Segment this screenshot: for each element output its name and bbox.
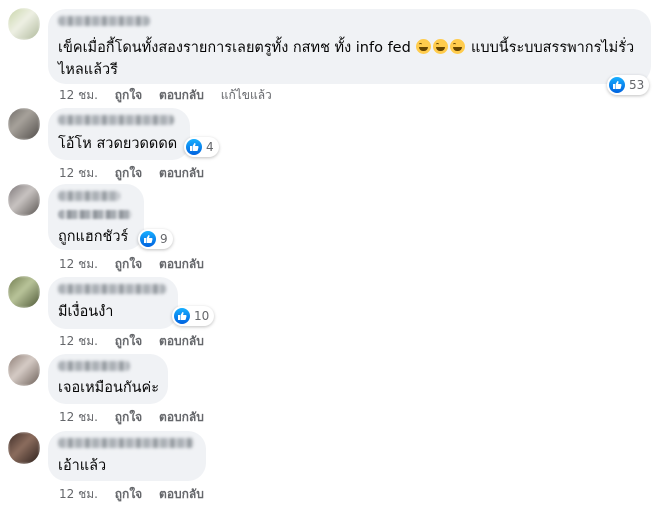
comment-bubble: มีเงื่อนงำ — [48, 277, 178, 329]
reply-button[interactable]: ตอบกลับ — [159, 88, 204, 102]
comment-actions: 12 ชม. ถูกใจ ตอบกลับ — [59, 332, 217, 351]
reaction-count[interactable]: 9 — [138, 229, 173, 249]
comment-bubble: โอ้โห สวดยวดดดด — [48, 108, 190, 160]
reply-button[interactable]: ตอบกลับ — [159, 166, 204, 180]
avatar[interactable] — [8, 276, 40, 308]
avatar[interactable] — [8, 432, 40, 464]
comment-bubble: เข็คเมื่อกี้โดนทั้งสองรายการเลยตรูทั้ง ก… — [48, 9, 651, 84]
avatar[interactable] — [8, 354, 40, 386]
author-name-redacted[interactable] — [58, 284, 166, 294]
reaction-count[interactable]: 4 — [184, 137, 219, 157]
comment-text-line2: ไหลแล้วรี — [58, 62, 118, 78]
reply-button[interactable]: ตอบกลับ — [159, 487, 204, 501]
author-name-redacted[interactable] — [58, 191, 120, 201]
edited-label[interactable]: แก้ไขแล้ว — [221, 88, 272, 102]
reaction-count[interactable]: 53 — [607, 75, 650, 95]
comment-text: มีเงื่อนงำ — [58, 304, 114, 320]
reply-button[interactable]: ตอบกลับ — [159, 257, 204, 271]
grinning-face-icon — [450, 39, 466, 54]
like-button[interactable]: ถูกใจ — [115, 166, 142, 180]
like-icon — [174, 308, 190, 324]
like-button[interactable]: ถูกใจ — [115, 257, 142, 271]
timestamp[interactable]: 12 ชม. — [59, 166, 98, 180]
grinning-face-icon — [433, 39, 449, 54]
comment-actions: 12 ชม. ถูกใจ ตอบกลับ แก้ไขแล้ว — [59, 86, 285, 105]
comment-bubble: ถูกแฮกชัวร์ — [48, 184, 144, 250]
like-icon — [609, 77, 625, 93]
avatar[interactable] — [8, 108, 40, 140]
comment-text: เข็คเมื่อกี้โดนทั้งสองรายการเลยตรูทั้ง ก… — [58, 39, 635, 56]
author-name-redacted[interactable] — [58, 438, 194, 448]
author-name-redacted[interactable] — [58, 115, 174, 125]
comment-text: ถูกแฮกชัวร์ — [58, 229, 129, 245]
like-icon — [186, 139, 202, 155]
author-name-redacted[interactable] — [58, 16, 150, 26]
author-name-redacted-line2[interactable] — [58, 210, 132, 219]
avatar[interactable] — [8, 184, 40, 216]
comment-text: เอ้าแล้ว — [58, 458, 107, 474]
comment-actions: 12 ชม. ถูกใจ ตอบกลับ — [59, 485, 217, 504]
comment-text: โอ้โห สวดยวดดดด — [58, 136, 178, 152]
avatar[interactable] — [8, 8, 40, 40]
author-name-redacted[interactable] — [58, 361, 130, 371]
grinning-face-icon — [416, 39, 432, 54]
like-button[interactable]: ถูกใจ — [115, 88, 142, 102]
comment-actions: 12 ชม. ถูกใจ ตอบกลับ — [59, 164, 217, 183]
timestamp[interactable]: 12 ชม. — [59, 487, 98, 501]
like-button[interactable]: ถูกใจ — [115, 334, 142, 348]
like-button[interactable]: ถูกใจ — [115, 410, 142, 424]
like-icon — [140, 231, 156, 247]
comment-bubble: เอ้าแล้ว — [48, 431, 206, 481]
reply-button[interactable]: ตอบกลับ — [159, 410, 204, 424]
timestamp[interactable]: 12 ชม. — [59, 334, 98, 348]
reaction-count[interactable]: 10 — [172, 306, 215, 326]
timestamp[interactable]: 12 ชม. — [59, 88, 98, 102]
comment-actions: 12 ชม. ถูกใจ ตอบกลับ — [59, 255, 217, 274]
comment-actions: 12 ชม. ถูกใจ ตอบกลับ — [59, 408, 217, 427]
timestamp[interactable]: 12 ชม. — [59, 410, 98, 424]
reply-button[interactable]: ตอบกลับ — [159, 334, 204, 348]
comment-bubble: เจอเหมือนกันค่ะ — [48, 354, 168, 404]
comment-text: เจอเหมือนกันค่ะ — [58, 380, 160, 396]
timestamp[interactable]: 12 ชม. — [59, 257, 98, 271]
like-button[interactable]: ถูกใจ — [115, 487, 142, 501]
